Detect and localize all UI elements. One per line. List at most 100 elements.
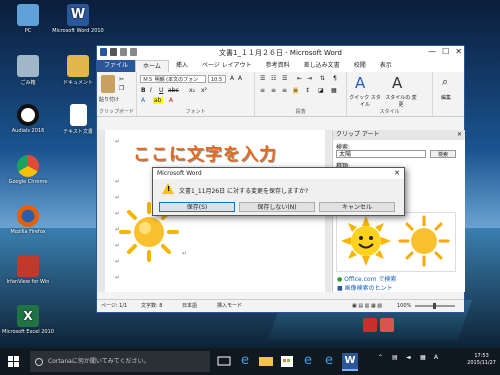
tab-file[interactable]: ファイル — [97, 60, 136, 72]
tab-mailings[interactable]: 差し込み文書 — [297, 60, 347, 72]
paste-label[interactable]: 貼り付け — [99, 96, 119, 103]
edit-button[interactable]: 編集 — [441, 94, 451, 101]
clip-result-smiling-sun[interactable] — [339, 214, 393, 268]
decrease-indent-icon[interactable]: ⇤ — [297, 75, 302, 82]
paste-icon[interactable] — [101, 75, 115, 93]
file-explorer-icon[interactable] — [258, 353, 274, 369]
subscript-icon[interactable]: x₂ — [189, 87, 195, 94]
desktop-icon-label: Mozilla Firefox — [10, 229, 46, 235]
page-count[interactable]: ページ: 1/1 — [101, 300, 127, 312]
input-mode-indicator[interactable]: 挿入モード — [217, 300, 242, 312]
store-icon[interactable] — [279, 353, 295, 369]
borders-icon[interactable]: ▦ — [331, 87, 337, 94]
tray-expand-icon[interactable]: ⌃ — [378, 354, 383, 361]
tab-home[interactable]: ホーム — [135, 59, 169, 73]
change-style-icon[interactable]: A — [392, 74, 402, 92]
desktop-icon-pc[interactable]: PC — [0, 4, 56, 34]
justify-icon[interactable]: ≡ — [293, 87, 299, 94]
show-marks-icon[interactable]: ¶ — [333, 75, 337, 82]
align-left-icon[interactable]: ≡ — [260, 87, 265, 94]
red-app-icon[interactable] — [363, 318, 377, 332]
highlight-icon[interactable]: ab — [153, 97, 163, 104]
desktop-icon-word[interactable]: W Microsoft Word 2010 — [50, 4, 106, 34]
quick-style-button[interactable]: クイック スタイル — [349, 94, 381, 108]
ime-icon[interactable]: ▦ — [420, 354, 426, 361]
tab-view[interactable]: 表示 — [373, 60, 399, 72]
word-taskbar-icon[interactable]: W — [342, 353, 358, 371]
image-search-tips-link[interactable]: ■ 画像検索のヒント — [337, 283, 393, 292]
tab-review[interactable]: 校閲 — [347, 60, 373, 72]
desktop-icon-excel[interactable]: X Microsoft Excel 2010 — [0, 305, 56, 335]
cancel-button[interactable]: キャンセル — [319, 202, 395, 212]
italic-icon[interactable]: I — [150, 87, 152, 94]
close-button[interactable]: ✕ — [455, 47, 462, 56]
save-button[interactable]: 保存(S) — [159, 202, 235, 212]
audials-icon — [17, 104, 39, 126]
start-button[interactable] — [8, 356, 20, 368]
ie-icon-2[interactable]: e — [321, 353, 337, 369]
line-spacing-icon[interactable]: ↕ — [305, 87, 310, 94]
keyboard-icon[interactable]: A — [434, 354, 438, 361]
bold-icon[interactable]: B — [141, 87, 146, 94]
font-name-box[interactable]: ＭＳ 明朝 (本文のフォン — [140, 75, 206, 83]
find-icon[interactable]: ⌕ — [442, 75, 448, 89]
cortana-search-box[interactable]: Cortanaに何か聞いてみてください。 — [30, 351, 210, 372]
superscript-icon[interactable]: x² — [201, 87, 207, 94]
cut-icon[interactable]: ✂ — [119, 76, 124, 83]
copy-icon[interactable]: ❐ — [119, 85, 124, 92]
underline-icon[interactable]: U — [159, 87, 163, 94]
dont-save-button[interactable]: 保存しない(N) — [239, 202, 315, 212]
quick-style-icon[interactable]: A — [355, 74, 365, 92]
zoom-level[interactable]: 100% — [397, 300, 411, 312]
font-size-box[interactable]: 10.5 — [208, 75, 226, 83]
minimize-button[interactable]: — — [428, 47, 436, 56]
edge-icon[interactable]: e — [237, 353, 253, 369]
clip-search-input[interactable]: 太陽 — [336, 150, 426, 158]
folder-icon — [67, 55, 89, 77]
desktop-icon-label: PC — [24, 28, 32, 34]
pane-close-icon[interactable]: ✕ — [457, 130, 462, 140]
language-indicator[interactable]: 日本語 — [182, 300, 197, 312]
word-count[interactable]: 文字数: 8 — [141, 300, 162, 312]
desktop-icon-firefox[interactable]: Mozilla Firefox — [0, 205, 56, 235]
desktop-icon-chrome[interactable]: Google Chrome — [0, 155, 56, 185]
bullets-icon[interactable]: ☰ — [260, 75, 265, 82]
clip-result-sun[interactable] — [397, 214, 451, 268]
text-effects-icon[interactable]: A — [141, 97, 145, 104]
font-color-icon[interactable]: A — [169, 97, 173, 104]
increase-indent-icon[interactable]: ⇥ — [307, 75, 312, 82]
desktop-icon-label: Microsoft Word 2010 — [52, 28, 104, 34]
clip-search-button[interactable]: 検索 — [430, 150, 456, 158]
red-app-icon-2[interactable] — [380, 318, 394, 332]
ie-icon[interactable]: e — [300, 353, 316, 369]
align-center-icon[interactable]: ≡ — [271, 87, 276, 94]
grow-font-icon[interactable]: A — [230, 75, 234, 82]
irfanview-icon — [17, 255, 39, 277]
office-search-link[interactable]: ● Office.com で検索 — [337, 274, 396, 283]
clip-art-title: クリップ アート — [336, 131, 380, 138]
strikethrough-icon[interactable]: abc — [168, 87, 179, 94]
maximize-button[interactable]: ☐ — [442, 47, 449, 56]
dialog-close-icon[interactable]: ✕ — [394, 168, 400, 179]
document-heading[interactable]: ここに文字を入力 — [133, 140, 277, 165]
task-view-icon[interactable] — [216, 353, 232, 369]
clock[interactable]: 17:53 2015/11/27 — [467, 353, 496, 367]
network-icon[interactable]: ▤ — [392, 354, 398, 361]
zoom-slider-thumb[interactable] — [433, 303, 436, 309]
desktop-icon-irfanview[interactable]: IrfanView for Win — [0, 255, 56, 285]
tab-page-layout[interactable]: ページ レイアウト — [195, 60, 259, 72]
volume-icon[interactable]: ◄ — [406, 354, 411, 361]
tab-references[interactable]: 参考資料 — [259, 60, 297, 72]
desktop-icon-label: Audials 2016 — [11, 128, 45, 134]
shading-icon[interactable]: ◪ — [318, 87, 324, 94]
desktop-icon-audials[interactable]: Audials 2016 — [0, 104, 56, 134]
shrink-font-icon[interactable]: A — [238, 75, 242, 82]
desktop-icon-recycle-bin[interactable]: ごみ箱 — [0, 55, 56, 86]
sort-icon[interactable]: ⇅ — [320, 75, 325, 82]
view-buttons[interactable]: ▣ ▤ ▥ ▦ ▧ — [352, 300, 382, 312]
numbering-icon[interactable]: ☷ — [271, 75, 276, 82]
tab-insert[interactable]: 挿入 — [169, 60, 195, 72]
align-right-icon[interactable]: ≡ — [282, 87, 287, 94]
multilevel-list-icon[interactable]: ☰ — [282, 75, 287, 82]
change-style-button[interactable]: スタイルの 変更 — [385, 94, 417, 108]
